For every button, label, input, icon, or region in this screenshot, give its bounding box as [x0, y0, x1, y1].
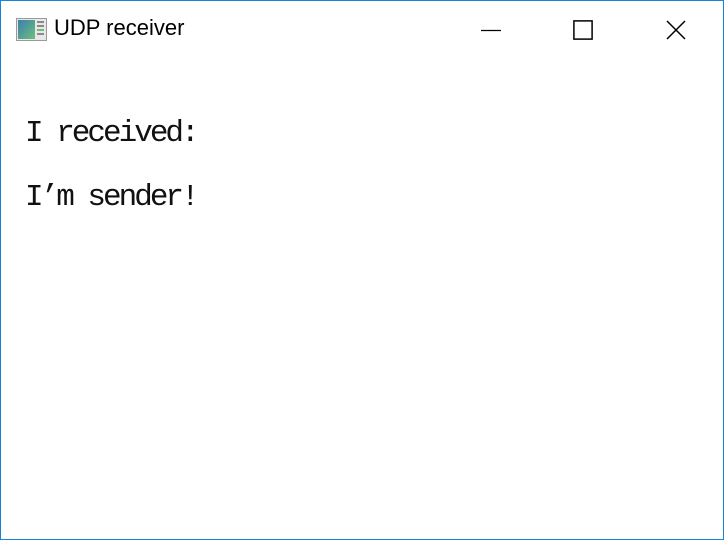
received-message: I’m sender!: [25, 180, 200, 215]
maximize-icon: [573, 19, 593, 40]
minimize-icon: [481, 29, 501, 31]
window: UDP receiver I received: I’m sender!: [0, 0, 724, 540]
received-label: I received:: [25, 116, 200, 151]
window-title: UDP receiver: [54, 15, 185, 40]
minimize-button[interactable]: [445, 1, 537, 58]
close-button[interactable]: [630, 1, 722, 58]
app-window-icon: [16, 18, 47, 41]
maximize-button[interactable]: [537, 1, 629, 58]
title-bar[interactable]: UDP receiver: [1, 1, 723, 58]
close-icon: [666, 19, 686, 40]
